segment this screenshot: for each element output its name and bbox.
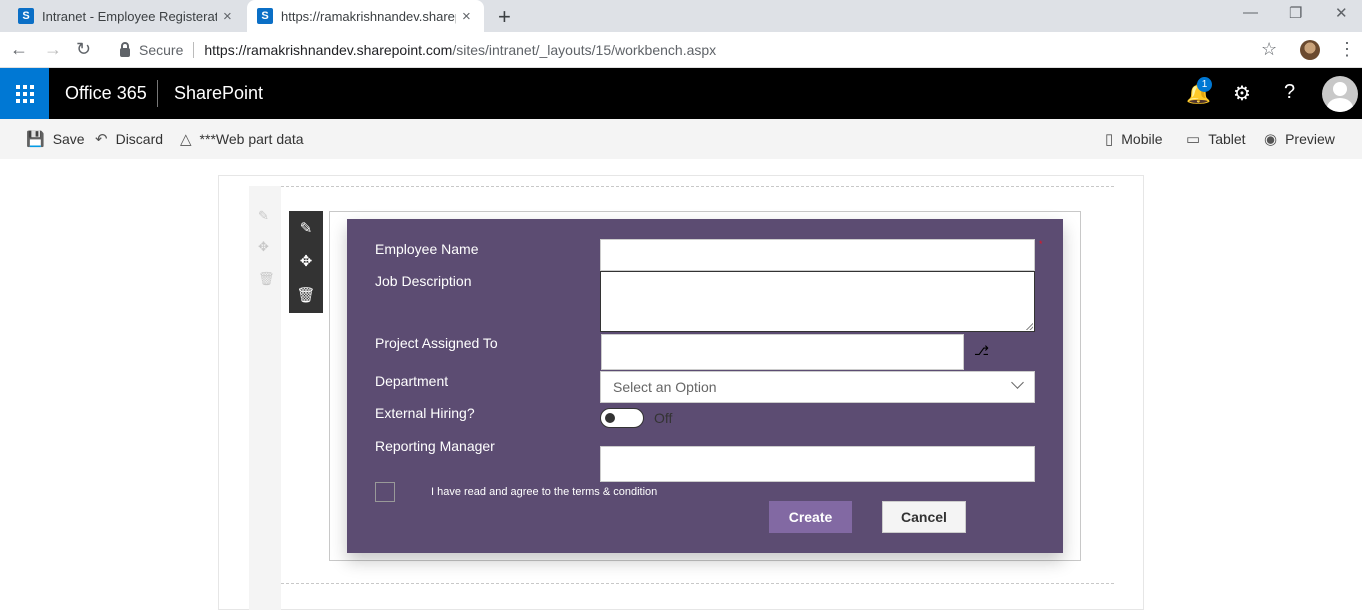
close-tab-icon[interactable]: × [462,8,471,25]
browser-tab-workbench[interactable]: S https://ramakrishnandev.sharepoint.com… [247,0,484,32]
minimize-icon[interactable]: — [1243,4,1258,21]
external-hiring-label: External Hiring? [375,405,475,421]
section-top-border [281,186,1114,187]
save-icon: 💾 [26,131,45,148]
cancel-button[interactable]: Cancel [882,501,966,533]
suite-bar: Office 365 SharePoint 🔔 1 ⚙ ? [0,68,1362,119]
command-bar: 💾 Save ↶ Discard △ ***Web part data ▯ Mo… [0,119,1362,159]
restore-icon[interactable]: ❐ [1289,4,1302,22]
close-tab-icon[interactable]: × [223,8,232,25]
lock-icon [120,41,130,57]
browser-tab-intranet[interactable]: S Intranet - Employee Registeration × [8,0,245,32]
project-assigned-input[interactable] [601,334,964,370]
edit-webpart-icon[interactable]: ✎ [289,219,323,237]
secure-label: Secure [139,42,184,58]
tab-title: https://ramakrishnandev.sharepoint.com [281,8,456,24]
terms-checkbox[interactable] [375,482,395,502]
office365-brand[interactable]: Office 365 [65,83,147,104]
save-button[interactable]: 💾 Save [26,130,85,148]
tablet-icon: ▭ [1186,131,1201,148]
employee-name-label: Employee Name [375,241,479,257]
department-label: Department [375,373,449,389]
undo-icon: ↶ [95,131,108,148]
department-dropdown[interactable]: Select an Option [600,371,1035,403]
url-text: https://ramakrishnandev.sharepoint.com/s… [204,42,717,58]
preview-button[interactable]: ◉ Preview [1264,130,1335,148]
browser-toolbar: ← → ↻ Secure https://ramakrishnandev.sha… [0,32,1362,68]
edit-section-icon[interactable]: ✎ [258,208,269,224]
profile-avatar[interactable] [1300,40,1320,60]
section-bottom-border [281,583,1114,584]
discard-button[interactable]: ↶ Discard [95,130,163,148]
mobile-icon: ▯ [1105,131,1114,148]
eye-icon: ◉ [1264,131,1278,148]
bookmark-star-icon[interactable]: ☆ [1261,39,1277,60]
required-marker: * [1039,239,1043,249]
tag-picker-icon[interactable]: ⎇ [974,343,989,359]
new-tab-button[interactable]: + [498,4,511,30]
external-hiring-toggle[interactable] [600,408,644,428]
tablet-preview-button[interactable]: ▭ Tablet [1186,130,1246,148]
webpart-data-button[interactable]: △ ***Web part data [180,130,304,148]
mobile-preview-button[interactable]: ▯ Mobile [1105,130,1163,148]
toggle-state-text: Off [654,410,673,426]
delete-section-icon[interactable]: 🗑 [258,271,275,287]
forward-icon[interactable]: → [44,39,62,60]
help-icon[interactable]: ? [1284,81,1295,104]
app-launcher-icon[interactable] [0,68,49,119]
tab-title: Intranet - Employee Registeration [42,8,217,24]
delete-webpart-icon[interactable]: 🗑 [289,286,323,304]
chevron-down-icon [1011,376,1024,389]
browser-tabstrip: S Intranet - Employee Registeration × S … [0,0,1362,32]
close-window-icon[interactable]: ✕ [1335,4,1348,22]
move-webpart-icon[interactable]: ✥ [289,252,323,270]
resize-handle[interactable] [1026,323,1033,330]
job-description-textarea[interactable] [600,271,1035,332]
warning-triangle-icon: △ [180,131,192,148]
reporting-manager-label: Reporting Manager [375,438,495,454]
browser-menu-icon[interactable]: ⋮ [1338,39,1356,60]
address-bar[interactable]: Secure https://ramakrishnandev.sharepoin… [120,41,717,58]
employee-name-input[interactable] [600,239,1035,271]
reporting-manager-input[interactable] [600,446,1035,482]
notification-badge: 1 [1197,77,1212,92]
employee-registration-form: Employee Name * Job Description Project … [347,219,1063,553]
sharepoint-icon: S [257,8,273,24]
job-description-label: Job Description [375,273,472,289]
project-assigned-label: Project Assigned To [375,335,498,351]
reload-icon[interactable]: ↻ [76,39,91,60]
create-button[interactable]: Create [769,501,852,533]
sharepoint-icon: S [18,8,34,24]
settings-gear-icon[interactable]: ⚙ [1233,81,1251,106]
sharepoint-app-title[interactable]: SharePoint [174,83,263,104]
user-avatar[interactable] [1322,76,1358,112]
back-icon[interactable]: ← [10,39,28,60]
webpart-toolbar: ✎ ✥ 🗑 [289,211,323,313]
terms-label: I have read and agree to the terms & con… [431,486,658,498]
move-section-icon[interactable]: ✥ [258,239,269,255]
